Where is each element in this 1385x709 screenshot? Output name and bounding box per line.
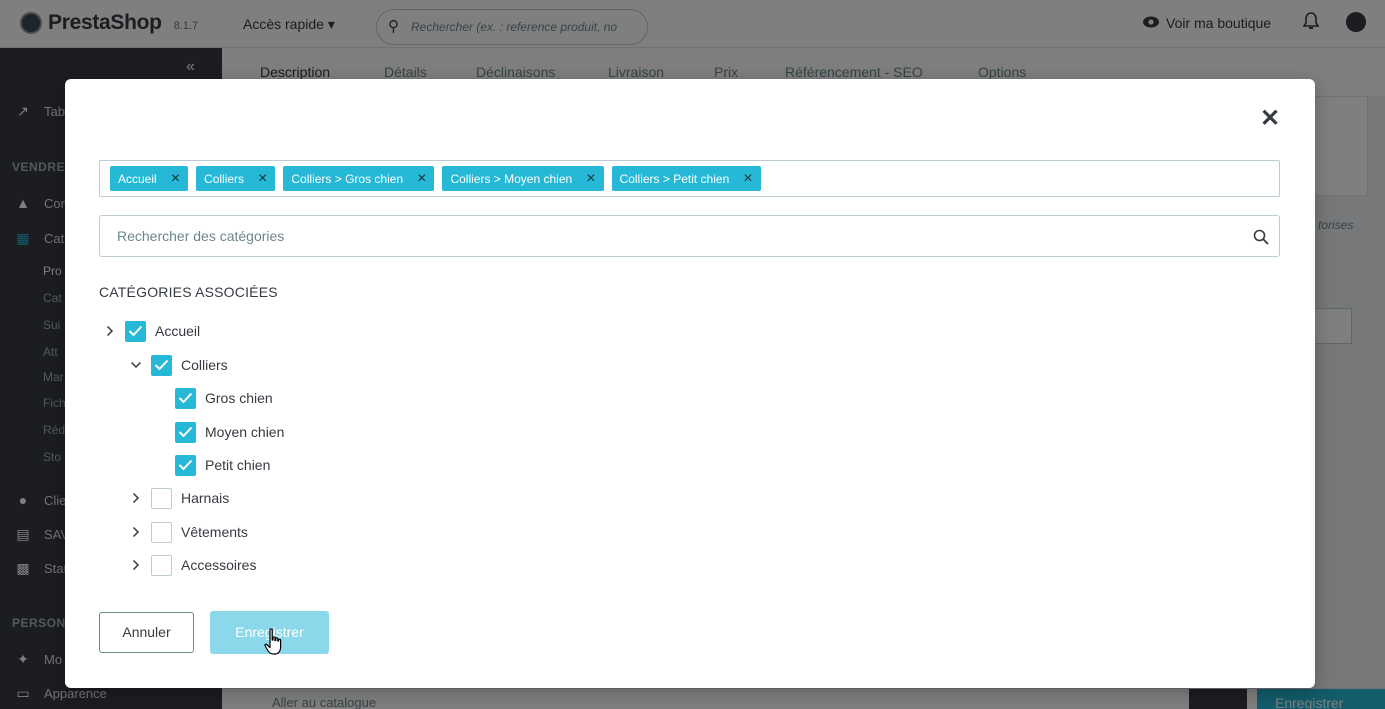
category-tag-label: Accueil [118,171,157,186]
tree-item-label: Colliers [181,357,228,373]
checkbox-checked[interactable] [175,387,196,409]
remove-tag-icon[interactable]: × [258,170,267,187]
category-search-input[interactable]: Rechercher des catégories [99,215,1280,257]
tree-item-petit-chien[interactable]: Petit chien [175,454,270,476]
category-tag: Colliers × [196,166,276,191]
selected-categories-tags: Accueil × Colliers × Colliers > Gros chi… [99,160,1280,197]
category-tag: Colliers > Moyen chien × [442,166,604,191]
chevron-right-icon[interactable] [129,525,143,539]
tree-item-harnais[interactable]: Harnais [129,487,229,509]
hand-pointer-cursor-icon [264,628,282,655]
checkbox-unchecked[interactable] [151,554,172,576]
checkbox-checked[interactable] [151,354,172,376]
remove-tag-icon[interactable]: × [586,170,595,187]
tree-item-vetements[interactable]: Vêtements [129,521,248,543]
chevron-down-icon[interactable] [129,358,143,372]
tree-item-colliers[interactable]: Colliers [129,354,228,376]
tree-item-label: Harnais [181,490,230,506]
associated-categories-title: CATÉGORIES ASSOCIÉES [99,284,278,300]
checkbox-unchecked[interactable] [151,521,172,543]
categories-modal: ✕ Accueil × Colliers × Colliers > Gros c… [65,79,1315,688]
checkbox-checked[interactable] [175,454,196,476]
tree-item-moyen-chien[interactable]: Moyen chien [175,421,284,443]
tree-item-gros-chien[interactable]: Gros chien [175,387,273,409]
tree-item-accueil[interactable]: Accueil [103,320,200,342]
chevron-right-icon[interactable] [129,491,143,505]
remove-tag-icon[interactable]: × [417,170,426,187]
tree-item-label: Vêtements [181,524,248,540]
category-tag: Accueil × [110,166,189,191]
tree-item-label: Petit chien [205,457,271,473]
category-tag-label: Colliers > Gros chien [291,171,404,186]
category-tag-label: Colliers > Petit chien [619,171,730,186]
category-tag-label: Colliers [204,171,245,186]
tree-item-label: Accueil [155,323,201,339]
category-tag: Colliers > Gros chien × [283,166,435,191]
tree-item-label: Moyen chien [205,424,285,440]
category-tag: Colliers > Petit chien × [611,166,761,191]
remove-tag-icon[interactable]: × [171,170,180,187]
tree-item-accessoires[interactable]: Accessoires [129,554,256,576]
checkbox-checked[interactable] [125,320,146,342]
search-icon[interactable] [1253,229,1269,245]
tree-item-label: Accessoires [181,557,257,573]
chevron-right-icon[interactable] [129,558,143,572]
tree-item-label: Gros chien [205,390,273,406]
chevron-right-icon[interactable] [103,324,117,338]
checkbox-checked[interactable] [175,421,196,443]
close-icon[interactable]: ✕ [1258,107,1282,131]
remove-tag-icon[interactable]: × [743,170,752,187]
category-tag-label: Colliers > Moyen chien [450,171,573,186]
category-search-placeholder: Rechercher des catégories [117,228,285,244]
cancel-button[interactable]: Annuler [99,612,194,653]
checkbox-unchecked[interactable] [151,487,172,509]
